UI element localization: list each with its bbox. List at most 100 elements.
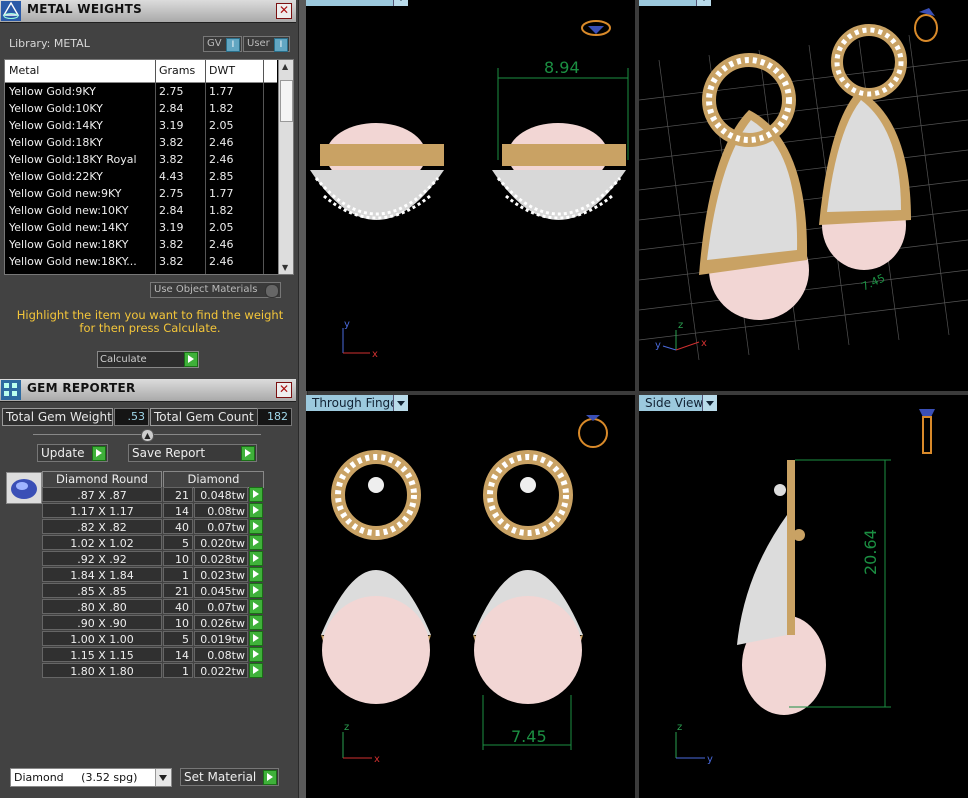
gem-row[interactable]: 1.15 X 1.15 14 0.08tw (42, 647, 264, 662)
svg-text:x: x (372, 349, 378, 360)
gem-row[interactable]: .82 X .82 40 0.07tw (42, 519, 264, 534)
metal-row[interactable]: Yellow Gold new:14KY 3.19 2.05 (5, 219, 277, 236)
radio-icon[interactable] (265, 284, 279, 298)
metal-cell-metal: Yellow Gold:22KY (9, 170, 103, 183)
gem-weight: 0.045tw (194, 583, 248, 598)
play-icon[interactable] (249, 567, 263, 582)
play-icon[interactable] (249, 647, 263, 662)
play-icon[interactable] (249, 487, 263, 502)
play-icon[interactable] (184, 352, 198, 367)
metal-cell-grams: 4.43 (159, 170, 184, 183)
gv-toggle[interactable]: GV I (203, 36, 242, 52)
viewport-side[interactable]: Side View z y 20.64 (639, 395, 968, 798)
gem-size: 1.80 X 1.80 (42, 663, 162, 678)
play-icon[interactable] (249, 631, 263, 646)
gem-weight: 0.048tw (194, 487, 248, 502)
viewport-perspective[interactable]: z x y 7.45 (639, 0, 968, 391)
gem-row[interactable]: .90 X .90 10 0.026tw (42, 615, 264, 630)
scroll-up-icon[interactable]: ▲ (282, 62, 288, 71)
metal-cell-dwt: 2.85 (209, 170, 234, 183)
scroll-down-icon[interactable]: ▼ (282, 263, 288, 272)
metal-row[interactable]: Yellow Gold new:18KY 3.82 2.46 (5, 236, 277, 253)
use-object-materials-label: Use Object Materials (154, 284, 258, 295)
metal-cell-metal: Yellow Gold:18KY (9, 136, 103, 149)
total-gem-count-value: 182 (257, 408, 292, 426)
total-gem-weight-label: Total Gem Weight (2, 408, 113, 426)
play-icon[interactable] (263, 770, 277, 785)
play-icon[interactable] (249, 583, 263, 598)
metal-cell-dwt: 2.05 (209, 119, 234, 132)
dimension-front-label: 7.45 (511, 727, 547, 746)
metal-cell-metal: Yellow Gold:18KY Royal (9, 153, 137, 166)
gem-count: 40 (163, 519, 193, 534)
gem-row[interactable]: 1.17 X 1.17 14 0.08tw (42, 503, 264, 518)
axis-indicator: y x (342, 319, 378, 360)
set-material-label: Set Material (184, 770, 257, 784)
top-view-render: y x (310, 20, 629, 360)
material-select[interactable]: Diamond (3.52 spg) (10, 768, 172, 787)
play-icon[interactable] (249, 615, 263, 630)
gem-row[interactable]: .85 X .85 21 0.045tw (42, 583, 264, 598)
metal-row[interactable]: Yellow Gold:9KY 2.75 1.77 (5, 83, 277, 100)
metal-cell-dwt: 1.77 (209, 85, 234, 98)
gem-row[interactable]: 1.80 X 1.80 1 0.022tw (42, 663, 264, 678)
metal-row[interactable]: Yellow Gold:22KY 4.43 2.85 (5, 168, 277, 185)
play-icon[interactable] (249, 519, 263, 534)
viewport-through-finger[interactable]: Through Finger z x 7.45 (306, 395, 635, 798)
column-metal[interactable]: Metal (9, 64, 39, 77)
play-icon[interactable] (249, 503, 263, 518)
close-icon[interactable]: ✕ (276, 3, 292, 19)
user-toggle[interactable]: User I (243, 36, 290, 52)
metal-row[interactable]: Yellow Gold:18KY 3.82 2.46 (5, 134, 277, 151)
gem-table: Diamond Round Diamond .87 X .87 21 0.048tw… (42, 471, 264, 681)
gv-checkbox-icon[interactable]: I (226, 38, 240, 52)
metal-cell-dwt: 1.82 (209, 102, 234, 115)
gem-row[interactable]: .80 X .80 40 0.07tw (42, 599, 264, 614)
metal-row[interactable]: Yellow Gold new:10KY 2.84 1.82 (5, 202, 277, 219)
close-icon[interactable]: ✕ (276, 382, 292, 398)
user-checkbox-icon[interactable]: I (274, 38, 288, 52)
gem-row[interactable]: .87 X .87 21 0.048tw (42, 487, 264, 502)
metal-row[interactable]: Yellow Gold new:9KY 2.75 1.77 (5, 185, 277, 202)
gem-row[interactable]: 1.00 X 1.00 5 0.019tw (42, 631, 264, 646)
gem-size: 1.00 X 1.00 (42, 631, 162, 646)
metal-weights-titlebar: METAL WEIGHTS ✕ (0, 0, 296, 23)
gem-count: 21 (163, 583, 193, 598)
svg-text:y: y (707, 754, 713, 765)
gem-row[interactable]: .92 X .92 10 0.028tw (42, 551, 264, 566)
play-icon[interactable] (249, 551, 263, 566)
play-icon[interactable] (249, 663, 263, 678)
save-report-button[interactable]: Save Report (128, 444, 257, 462)
collapse-icon[interactable]: ▲ (141, 429, 154, 442)
column-grams[interactable]: Grams (159, 64, 195, 77)
calculate-button[interactable]: Calculate (97, 351, 199, 368)
gem-reporter-icon (1, 380, 21, 400)
gem-count: 21 (163, 487, 193, 502)
metal-table-scrollbar[interactable]: ▲ ▼ (278, 60, 293, 274)
svg-text:x: x (701, 338, 707, 349)
play-icon[interactable] (241, 446, 255, 461)
gem-weight: 0.022tw (194, 663, 248, 678)
update-button[interactable]: Update (37, 444, 108, 462)
metal-row[interactable]: Yellow Gold:10KY 2.84 1.82 (5, 100, 277, 117)
gem-row[interactable]: 1.02 X 1.02 5 0.020tw (42, 535, 264, 550)
metal-row[interactable]: Yellow Gold:14KY 3.19 2.05 (5, 117, 277, 134)
gem-count: 14 (163, 503, 193, 518)
set-material-button[interactable]: Set Material (180, 768, 279, 786)
gem-row[interactable]: 1.84 X 1.84 1 0.023tw (42, 567, 264, 582)
chevron-down-icon[interactable] (155, 769, 171, 786)
calculate-label: Calculate (100, 354, 147, 365)
play-icon[interactable] (249, 535, 263, 550)
play-icon[interactable] (92, 446, 106, 461)
viewport-top[interactable]: y x 8.94 (306, 0, 635, 391)
use-object-materials-toggle[interactable]: Use Object Materials (150, 282, 281, 298)
gem-weight: 0.08tw (194, 503, 248, 518)
play-icon[interactable] (249, 599, 263, 614)
scroll-thumb[interactable] (280, 80, 293, 122)
metal-row[interactable]: Yellow Gold:18KY Royal 3.82 2.46 (5, 151, 277, 168)
column-dwt[interactable]: DWT (209, 64, 235, 77)
gem-size: 1.17 X 1.17 (42, 503, 162, 518)
metal-row[interactable]: Yellow Gold new:18KY... 3.82 2.46 (5, 253, 277, 270)
metal-weights-table[interactable]: Metal Grams DWT Yellow Gold:9KY 2.75 1.77 Y… (4, 59, 294, 275)
gem-weight: 0.08tw (194, 647, 248, 662)
